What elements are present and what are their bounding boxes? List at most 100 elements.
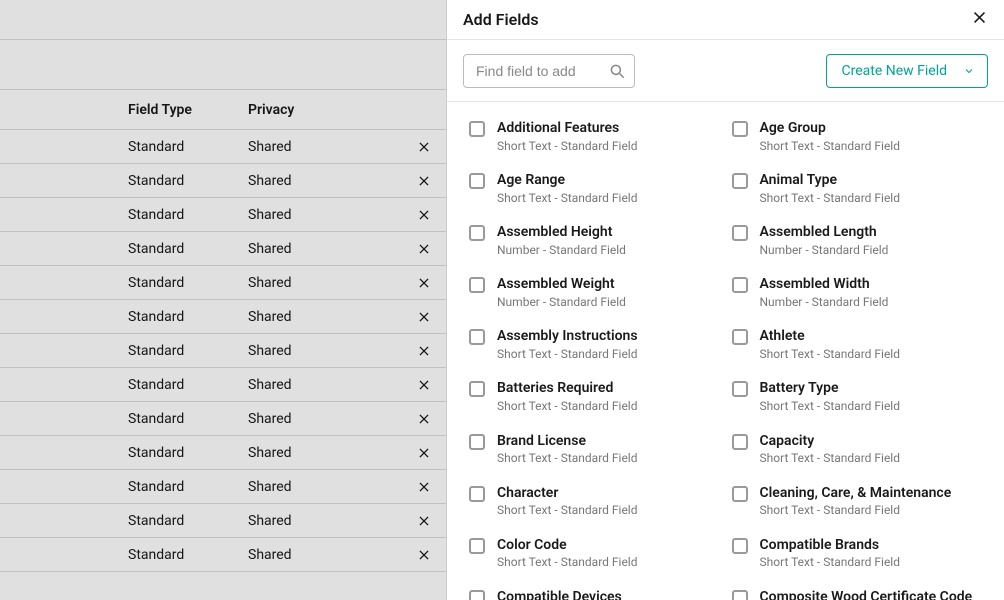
field-name: Brand License: [497, 433, 638, 451]
field-text: Brand License Short Text - Standard Fiel…: [497, 433, 638, 467]
checkbox[interactable]: [469, 277, 485, 293]
checkbox[interactable]: [469, 590, 485, 600]
field-name: Compatible Brands: [760, 537, 901, 555]
field-text: Composite Wood Certificate Code Whole Nu…: [760, 589, 973, 600]
panel-controls: Create New Field: [447, 40, 1004, 102]
field-subtitle: Short Text - Standard Field: [760, 139, 901, 155]
checkbox[interactable]: [732, 538, 748, 554]
field-subtitle: Short Text - Standard Field: [760, 451, 901, 467]
checkbox[interactable]: [469, 329, 485, 345]
field-text: Character Short Text - Standard Field: [497, 485, 638, 519]
row-delete-icon[interactable]: [408, 446, 440, 460]
cell-field-type: Standard: [128, 445, 248, 461]
field-item[interactable]: Capacity Short Text - Standard Field: [732, 433, 989, 467]
field-name: Composite Wood Certificate Code: [760, 589, 973, 600]
field-name: Battery Type: [760, 380, 901, 398]
cell-field-type: Standard: [128, 309, 248, 325]
checkbox[interactable]: [732, 329, 748, 345]
field-name: Color Code: [497, 537, 638, 555]
checkbox[interactable]: [732, 486, 748, 502]
field-item[interactable]: Brand License Short Text - Standard Fiel…: [469, 433, 726, 467]
checkbox[interactable]: [732, 121, 748, 137]
field-text: Compatible Devices Short Text - Standard…: [497, 589, 638, 600]
field-subtitle: Number - Standard Field: [497, 243, 626, 259]
cell-privacy: Shared: [248, 547, 408, 563]
field-text: Cleaning, Care, & Maintenance Short Text…: [760, 485, 952, 519]
col-privacy: Privacy: [248, 102, 408, 118]
checkbox[interactable]: [732, 381, 748, 397]
checkbox[interactable]: [732, 434, 748, 450]
cell-privacy: Shared: [248, 241, 408, 257]
cell-field-type: Standard: [128, 207, 248, 223]
field-name: Batteries Required: [497, 380, 638, 398]
field-item[interactable]: Assembly Instructions Short Text - Stand…: [469, 328, 726, 362]
field-item[interactable]: Cleaning, Care, & Maintenance Short Text…: [732, 485, 989, 519]
row-delete-icon[interactable]: [408, 242, 440, 256]
checkbox[interactable]: [469, 381, 485, 397]
field-item[interactable]: Age Range Short Text - Standard Field: [469, 172, 726, 206]
field-item[interactable]: Assembled Length Number - Standard Field: [732, 224, 989, 258]
row-delete-icon[interactable]: [408, 378, 440, 392]
field-item[interactable]: Batteries Required Short Text - Standard…: [469, 380, 726, 414]
field-subtitle: Short Text - Standard Field: [497, 555, 638, 571]
field-subtitle: Number - Standard Field: [760, 295, 889, 311]
field-item[interactable]: Compatible Devices Short Text - Standard…: [469, 589, 726, 600]
row-delete-icon[interactable]: [408, 514, 440, 528]
cell-field-type: Standard: [128, 241, 248, 257]
field-item[interactable]: Assembled Width Number - Standard Field: [732, 276, 989, 310]
field-item[interactable]: Animal Type Short Text - Standard Field: [732, 172, 989, 206]
close-icon[interactable]: [971, 9, 988, 30]
field-item[interactable]: Battery Type Short Text - Standard Field: [732, 380, 989, 414]
row-delete-icon[interactable]: [408, 276, 440, 290]
cell-field-type: Standard: [128, 275, 248, 291]
field-text: Assembly Instructions Short Text - Stand…: [497, 328, 638, 362]
field-item[interactable]: Color Code Short Text - Standard Field: [469, 537, 726, 571]
checkbox[interactable]: [732, 173, 748, 189]
row-delete-icon[interactable]: [408, 310, 440, 324]
cell-field-type: Standard: [128, 343, 248, 359]
checkbox[interactable]: [469, 538, 485, 554]
field-item[interactable]: Additional Features Short Text - Standar…: [469, 120, 726, 154]
field-item[interactable]: Assembled Height Number - Standard Field: [469, 224, 726, 258]
checkbox[interactable]: [469, 486, 485, 502]
field-name: Additional Features: [497, 120, 638, 138]
checkbox[interactable]: [469, 434, 485, 450]
cell-field-type: Standard: [128, 377, 248, 393]
field-name: Assembled Width: [760, 276, 889, 294]
field-item[interactable]: Assembled Weight Number - Standard Field: [469, 276, 726, 310]
create-new-field-button[interactable]: Create New Field: [826, 54, 988, 88]
field-text: Assembled Length Number - Standard Field: [760, 224, 889, 258]
cell-privacy: Shared: [248, 173, 408, 189]
search-input-wrap[interactable]: [463, 54, 635, 88]
row-delete-icon[interactable]: [408, 480, 440, 494]
field-subtitle: Short Text - Standard Field: [760, 399, 901, 415]
field-item[interactable]: Age Group Short Text - Standard Field: [732, 120, 989, 154]
row-delete-icon[interactable]: [408, 174, 440, 188]
checkbox[interactable]: [469, 173, 485, 189]
field-subtitle: Short Text - Standard Field: [497, 191, 638, 207]
row-delete-icon[interactable]: [408, 412, 440, 426]
checkbox[interactable]: [732, 590, 748, 600]
field-item[interactable]: Character Short Text - Standard Field: [469, 485, 726, 519]
checkbox[interactable]: [469, 225, 485, 241]
field-name: Assembly Instructions: [497, 328, 638, 346]
field-item[interactable]: Athlete Short Text - Standard Field: [732, 328, 989, 362]
field-text: Assembled Weight Number - Standard Field: [497, 276, 626, 310]
col-field-type: Field Type: [128, 102, 248, 118]
cell-field-type: Standard: [128, 513, 248, 529]
field-subtitle: Short Text - Standard Field: [497, 139, 638, 155]
field-text: Age Range Short Text - Standard Field: [497, 172, 638, 206]
checkbox[interactable]: [732, 225, 748, 241]
row-delete-icon[interactable]: [408, 140, 440, 154]
cell-privacy: Shared: [248, 411, 408, 427]
field-item[interactable]: Compatible Brands Short Text - Standard …: [732, 537, 989, 571]
field-item[interactable]: Composite Wood Certificate Code Whole Nu…: [732, 589, 989, 600]
row-delete-icon[interactable]: [408, 208, 440, 222]
field-subtitle: Number - Standard Field: [760, 243, 889, 259]
field-text: Additional Features Short Text - Standar…: [497, 120, 638, 154]
row-delete-icon[interactable]: [408, 548, 440, 562]
field-subtitle: Short Text - Standard Field: [760, 347, 901, 363]
checkbox[interactable]: [732, 277, 748, 293]
row-delete-icon[interactable]: [408, 344, 440, 358]
checkbox[interactable]: [469, 121, 485, 137]
